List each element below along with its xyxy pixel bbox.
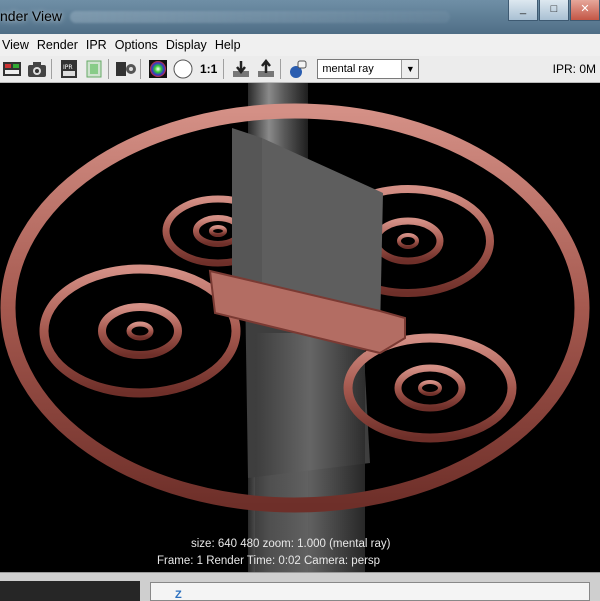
alpha-channel-icon[interactable] [172,58,194,80]
real-size-button[interactable]: 1:1 [200,62,217,76]
render-info-frame: Frame: 1 Render Time: 0:02 Camera: persp [157,555,381,567]
render-settings-icon[interactable] [115,58,137,80]
toolbar-separator [51,59,52,79]
title-bar-blurred-menu [70,11,450,23]
bottom-field[interactable] [150,582,590,601]
remove-image-icon[interactable] [255,58,277,80]
render-globals-icon[interactable] [287,58,309,80]
toolbar: IPR 1:1 mental ray ▼ IPR: 0M [0,56,600,83]
axis-label-z: Z [175,589,182,601]
toolbar-separator [140,59,141,79]
svg-text:IPR: IPR [63,64,73,71]
window-title: nder View [0,8,63,24]
toolbar-separator [108,59,109,79]
renderer-dropdown[interactable]: mental ray ▼ [317,59,420,79]
bottom-panel: Z [0,572,600,601]
menu-display[interactable]: Display [162,38,211,52]
renderer-selected-value: mental ray [322,63,374,75]
color-channel-icon[interactable] [147,58,169,80]
menu-bar: View Render IPR Options Display Help [0,34,600,57]
snapshot-icon[interactable] [26,58,48,80]
title-bar: nder View _ □ ✕ [0,0,600,35]
ipr-memory-readout: IPR: 0M [552,62,596,76]
minimize-button[interactable]: _ [508,0,538,21]
redo-render-icon[interactable] [1,58,23,80]
bottom-dark-panel [0,581,140,601]
menu-view[interactable]: View [0,38,33,52]
rendered-image [0,83,590,572]
render-info-size: size: 640 480 zoom: 1.000 (mental ray) [191,538,391,550]
menu-ipr[interactable]: IPR [82,38,111,52]
refresh-region-icon[interactable] [83,58,105,80]
toolbar-separator [223,59,225,79]
menu-help[interactable]: Help [211,38,245,52]
maximize-button[interactable]: □ [539,0,569,21]
ipr-render-icon[interactable]: IPR [58,58,80,80]
close-button[interactable]: ✕ [570,0,600,21]
window-controls: _ □ ✕ [507,0,600,24]
chevron-down-icon[interactable]: ▼ [401,60,419,78]
toolbar-separator [280,59,282,79]
keep-image-icon[interactable] [230,58,252,80]
menu-options[interactable]: Options [111,38,162,52]
menu-render[interactable]: Render [33,38,82,52]
render-viewport[interactable]: size: 640 480 zoom: 1.000 (mental ray) F… [0,83,600,572]
